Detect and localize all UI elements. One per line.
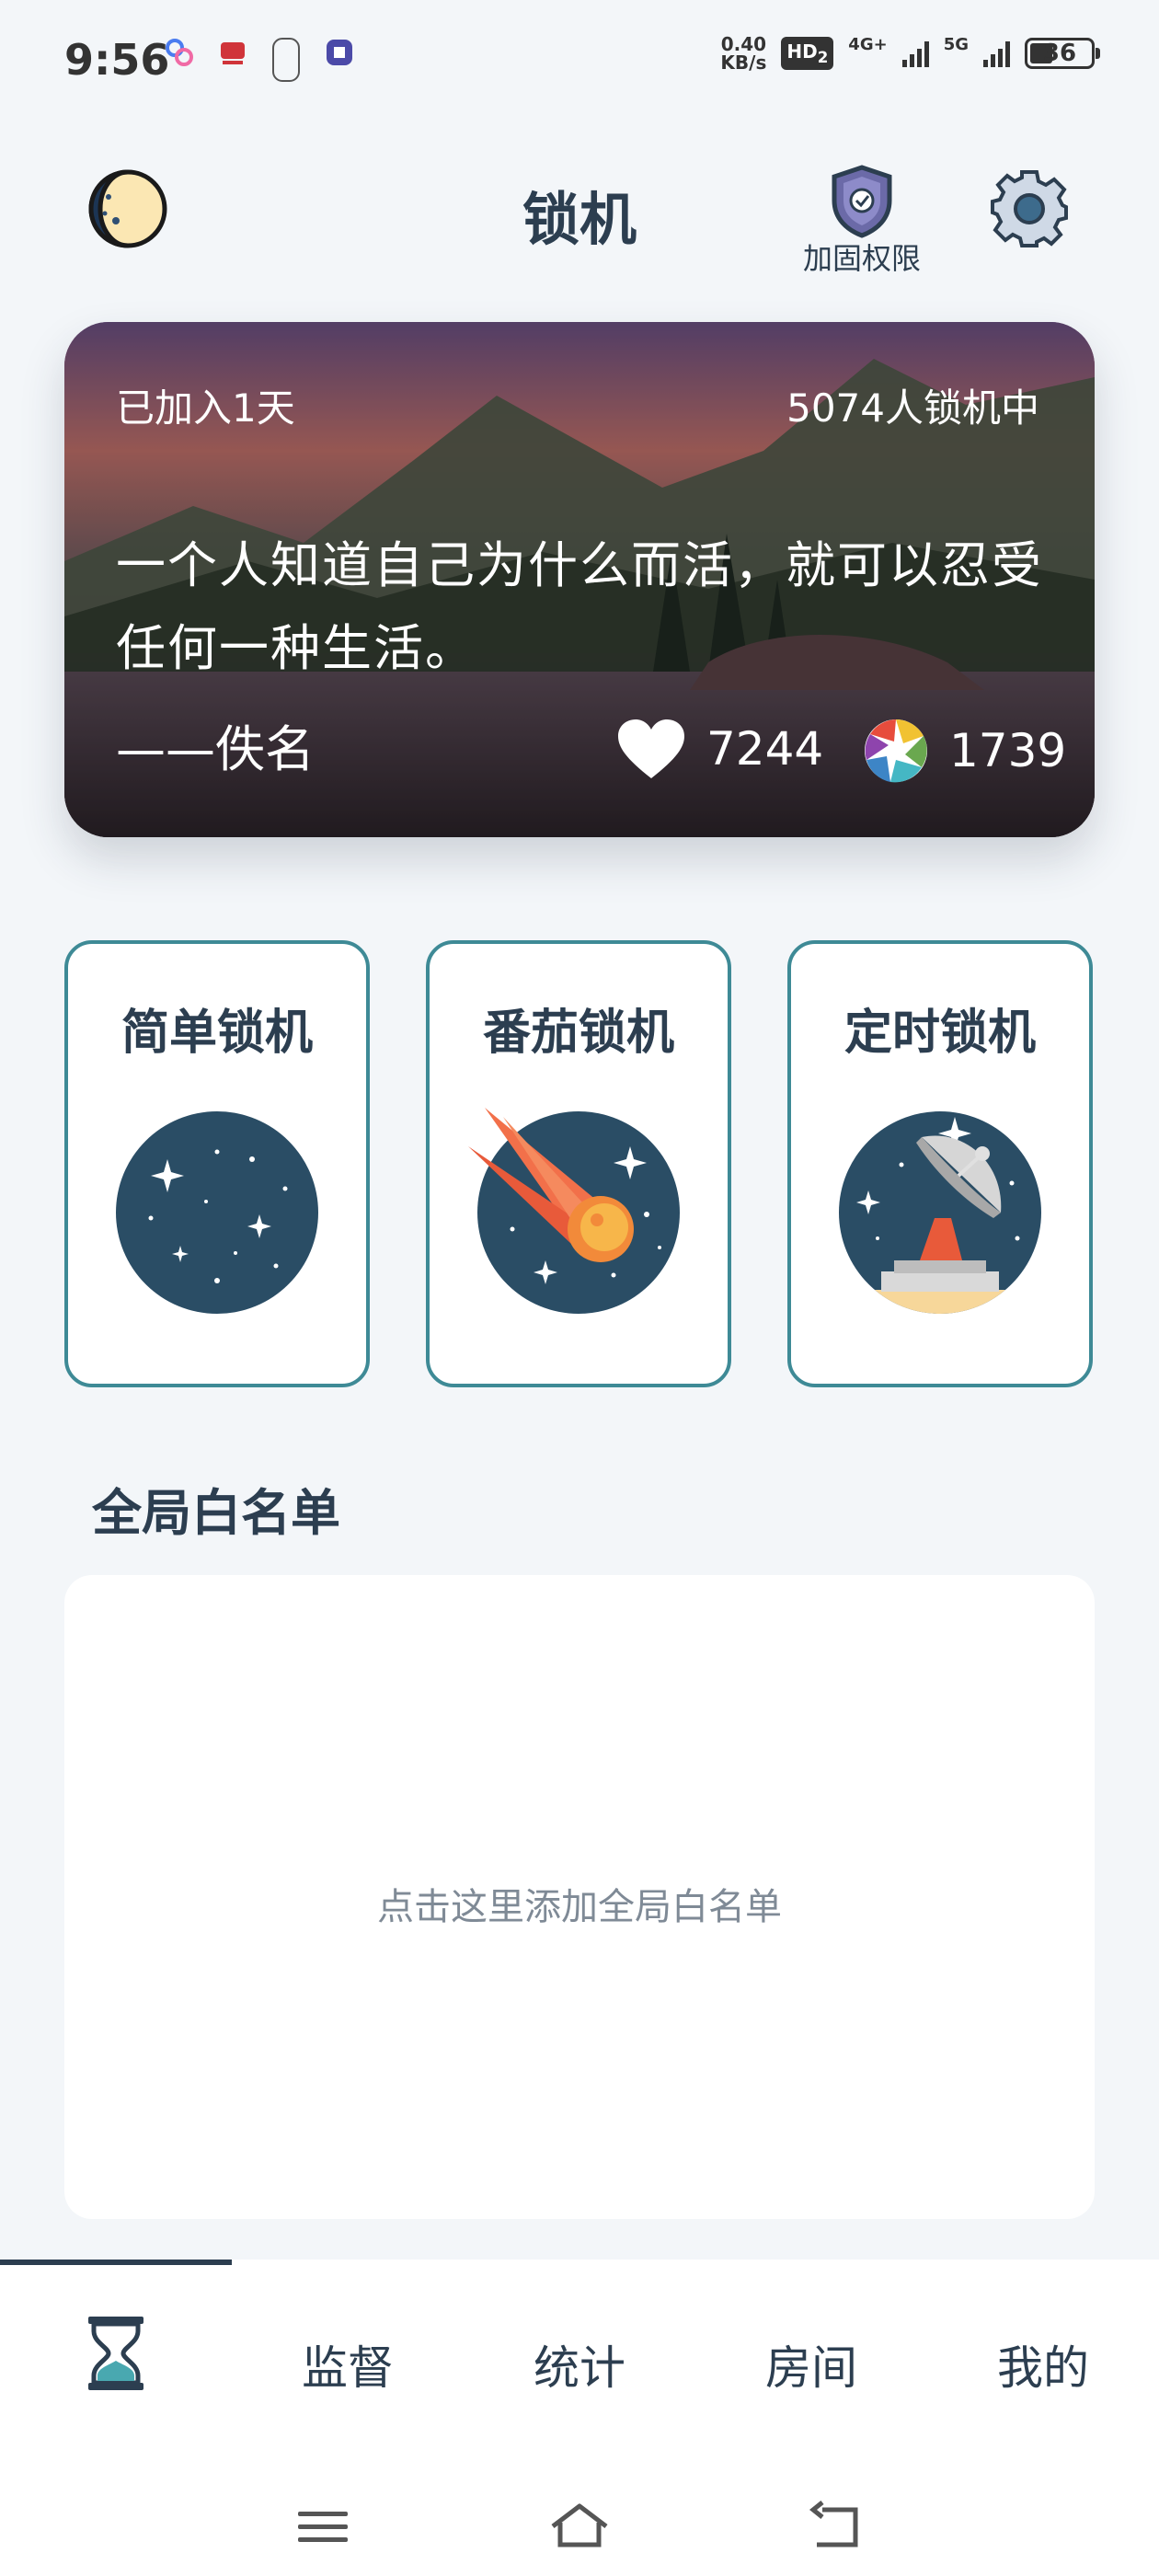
tab-room[interactable]: 房间 (695, 2331, 927, 2398)
network-label-1: 4G+ (848, 35, 888, 54)
notification-icons (164, 37, 355, 82)
net-speed-unit: KB/s (720, 52, 767, 74)
whitelist-box[interactable]: 点击这里添加全局白名单 (64, 1575, 1095, 2219)
app-notification-icon (164, 37, 195, 68)
status-bar: 9:56 0.40 KB/s HD2 4G+ 5G 36 (0, 0, 1159, 120)
permission-button[interactable]: 加固权限 (793, 164, 931, 276)
quote-card[interactable]: 已加入1天 5074人锁机中 一个人知道自己为什么而活，就可以忍受任何一种生活。… (64, 322, 1095, 837)
page-title: 锁机 (522, 186, 637, 253)
back-icon[interactable] (804, 2499, 868, 2554)
network-label-2: 5G (943, 35, 969, 54)
hd-voice-badge: HD2 (781, 37, 834, 70)
nav-active-indicator (0, 2260, 232, 2265)
bottom-nav: 监督 统计 房间 我的 (0, 2260, 1159, 2576)
timer-lock-label: 定时锁机 (843, 1006, 1036, 1061)
heart-icon (618, 719, 684, 778)
tab-lock[interactable] (0, 2315, 232, 2403)
hd-sub: 2 (817, 49, 829, 66)
tab-mine[interactable]: 我的 (927, 2331, 1159, 2398)
phone-notification-icon (270, 37, 302, 82)
quote-text: 一个人知道自己为什么而活，就可以忍受任何一种生活。 (116, 536, 1043, 677)
like-button[interactable]: 7244 (616, 718, 823, 780)
timer-lock-card[interactable]: 定时锁机 (787, 940, 1093, 1387)
quote-author: ——佚名 (116, 720, 315, 778)
sticker-notification-icon (324, 37, 355, 68)
whitelist-title: 全局白名单 (92, 1484, 340, 1542)
simple-lock-card[interactable]: 简单锁机 (64, 940, 370, 1387)
hourglass-icon (88, 2317, 143, 2390)
meteor-icon (468, 1108, 680, 1314)
whitelist-hint[interactable]: 点击这里添加全局白名单 (64, 1877, 1095, 1930)
starry-planet-icon (116, 1111, 318, 1314)
battery-level: 36 (1042, 40, 1077, 67)
simple-lock-label: 简单锁机 (120, 1006, 313, 1061)
home-icon[interactable] (547, 2499, 612, 2554)
system-status: 0.40 KB/s HD2 4G+ 5G 36 (720, 35, 1100, 72)
cloud-notification-icon (217, 37, 248, 68)
net-speed-value: 0.40 (720, 33, 767, 55)
battery-icon: 36 (1025, 38, 1100, 69)
tab-statistics[interactable]: 统计 (464, 2331, 695, 2398)
signal-icon (901, 40, 929, 67)
tomato-lock-card[interactable]: 番茄锁机 (426, 940, 731, 1387)
aperture-icon (865, 719, 927, 783)
status-time: 9:56 (64, 35, 170, 85)
menu-icon[interactable] (291, 2499, 355, 2554)
gear-icon[interactable] (988, 167, 1071, 250)
tomato-lock-label: 番茄锁机 (482, 1006, 674, 1061)
shield-icon (832, 165, 892, 238)
net-speed: 0.40 KB/s (720, 35, 766, 72)
locking-user-count: 5074人锁机中 (786, 385, 1039, 431)
share-count: 1739 (949, 724, 1067, 777)
hd-label: HD (786, 40, 818, 63)
share-button[interactable]: 1739 (863, 718, 1066, 784)
permission-label: 加固权限 (802, 241, 921, 276)
like-count: 7244 (706, 722, 824, 776)
app-header: 锁机 加固权限 (0, 156, 1159, 276)
joined-days: 已加入1天 (116, 385, 295, 431)
satellite-dish-icon (839, 1111, 1041, 1314)
signal-icon-2 (983, 40, 1010, 67)
tab-supervise[interactable]: 监督 (232, 2331, 464, 2398)
system-navigation (0, 2490, 1159, 2563)
